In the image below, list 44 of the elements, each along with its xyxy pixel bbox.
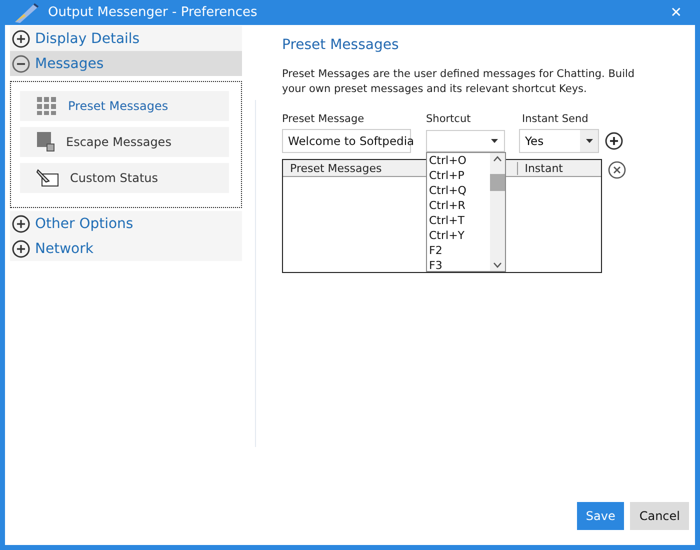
square-icon [36,131,56,153]
shortcut-dropdown[interactable] [426,130,505,152]
plus-circle-icon [12,214,30,232]
sidebar-group[interactable]: Other Options [10,211,242,236]
column-header: Instant [516,162,581,174]
minus-circle-icon [12,54,30,72]
window-title: Output Messenger - Preferences [48,5,258,20]
sidebar-group[interactable]: Messages [10,51,242,76]
field-label: Shortcut [426,113,472,125]
cancel-button[interactable]: Cancel [630,502,689,530]
submenu-item[interactable]: Preset Messages [20,91,229,121]
pencil-icon [36,168,60,188]
grid-icon [36,96,58,116]
add-button[interactable] [605,132,623,150]
submenu-item[interactable]: Escape Messages [20,127,229,157]
list-option[interactable]: F2 [427,243,490,258]
list-option[interactable]: Ctrl+Y [427,228,490,243]
save-button[interactable]: Save [576,502,624,530]
scrollbar[interactable] [490,153,505,271]
close-button[interactable]: ✕ [660,4,692,20]
message-input-field[interactable]: Welcome to Softpedia [282,129,411,153]
list-option[interactable]: Ctrl+O [427,153,490,168]
caret-icon [491,139,498,143]
column-header: Preset Messages [289,162,383,174]
submenu-item[interactable]: Custom Status [20,163,229,193]
list-option[interactable]: Ctrl+P [427,168,490,183]
field-label: Instant Send [522,113,588,125]
instant-send-dropdown[interactable]: Yes [519,129,599,153]
description-text: Preset Messages are the user defined messages for Chatting. Build your own preset messages and its relevant shortcut Keys. [282,67,636,97]
field-label: Preset Message [282,113,366,125]
remove-button[interactable] [608,161,626,179]
panel-title: Preset Messages [282,37,400,53]
list-option[interactable]: Ctrl+R [427,198,490,213]
scroll-up-icon [493,156,502,162]
scroll-down-icon [493,262,502,268]
plus-circle-icon [12,30,30,48]
plus-circle-icon [12,240,30,258]
list-option[interactable]: Ctrl+T [427,213,490,228]
caret-icon [586,139,592,143]
list-option[interactable]: F3 [427,258,490,271]
list-option[interactable]: Ctrl+Q [427,183,490,198]
sidebar-group[interactable]: Network [10,236,242,261]
scrollbar-thumb[interactable] [490,174,505,191]
sidebar-group[interactable]: Display Details [10,26,242,51]
